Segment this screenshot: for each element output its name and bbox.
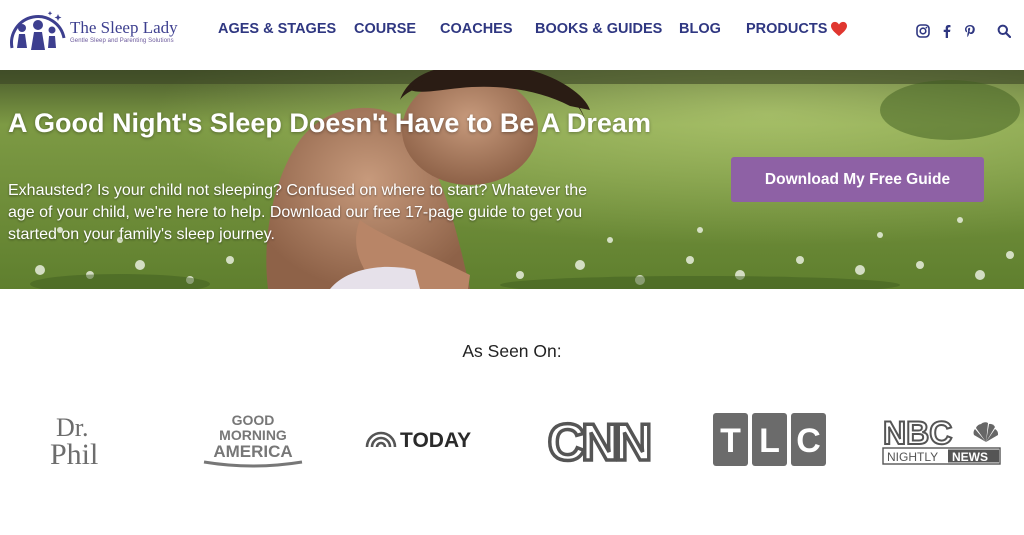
nav-ages-stages[interactable]: AGES & STAGES bbox=[218, 21, 336, 37]
site-header: The Sleep Lady Gentle Sleep and Parentin… bbox=[0, 0, 1024, 70]
drphil-logo: Dr. Phil bbox=[50, 413, 98, 470]
tlc-letter-t: T bbox=[720, 422, 741, 460]
gma-logo: GOOD MORNING AMERICA bbox=[203, 412, 303, 468]
nbc-sub1: NIGHTLY bbox=[887, 450, 938, 464]
peacock-icon bbox=[973, 422, 999, 442]
nbc-text: NBC bbox=[883, 415, 952, 451]
hero-banner: A Good Night's Sleep Doesn't Have to Be … bbox=[0, 70, 1024, 289]
facebook-icon[interactable] bbox=[940, 24, 954, 38]
search-icon[interactable] bbox=[997, 24, 1011, 38]
nbc-sub2: NEWS bbox=[952, 450, 988, 464]
today-text: TODAY bbox=[400, 429, 471, 452]
pinterest-icon[interactable] bbox=[963, 24, 977, 38]
hero-subtitle: Exhausted? Is your child not sleeping? C… bbox=[8, 182, 588, 243]
as-seen-on-heading: As Seen On: bbox=[462, 341, 562, 361]
nav-products[interactable]: PRODUCTS bbox=[746, 21, 848, 37]
tlc-logo: T L C bbox=[713, 413, 826, 466]
nav-course[interactable]: COURSE bbox=[354, 21, 416, 37]
site-logo[interactable]: The Sleep Lady Gentle Sleep and Parentin… bbox=[8, 8, 188, 54]
tlc-letter-c: C bbox=[796, 422, 821, 460]
nav-coaches[interactable]: COACHES bbox=[440, 21, 513, 37]
tlc-letter-l: L bbox=[759, 422, 780, 460]
nbc-logo: NBC NIGHTLY NEWS bbox=[882, 414, 1001, 465]
hero-title: A Good Night's Sleep Doesn't Have to Be … bbox=[8, 108, 651, 138]
brand-tagline: Gentle Sleep and Parenting Solutions bbox=[70, 37, 174, 44]
nav-products-label: PRODUCTS bbox=[746, 21, 828, 37]
gma-line3: AMERICA bbox=[213, 442, 292, 461]
press-logos: Dr. Phil GOOD MORNING AMERICA TODAY CNN … bbox=[0, 400, 1024, 480]
cnn-logo: CNN bbox=[546, 412, 656, 468]
sleep-lady-logo-icon bbox=[10, 11, 66, 50]
instagram-icon[interactable] bbox=[916, 24, 930, 38]
cnn-text: CNN bbox=[548, 414, 650, 468]
gma-line2: MORNING bbox=[219, 427, 287, 443]
today-logo: TODAY bbox=[365, 429, 471, 452]
brand-name: The Sleep Lady bbox=[70, 17, 178, 37]
heart-icon bbox=[831, 21, 848, 37]
drphil-line2: Phil bbox=[50, 438, 98, 470]
nav-books-guides[interactable]: BOOKS & GUIDES bbox=[535, 21, 662, 37]
gma-line1: GOOD bbox=[232, 412, 275, 428]
nav-blog[interactable]: BLOG bbox=[679, 21, 721, 37]
download-guide-button[interactable]: Download My Free Guide bbox=[731, 157, 984, 202]
